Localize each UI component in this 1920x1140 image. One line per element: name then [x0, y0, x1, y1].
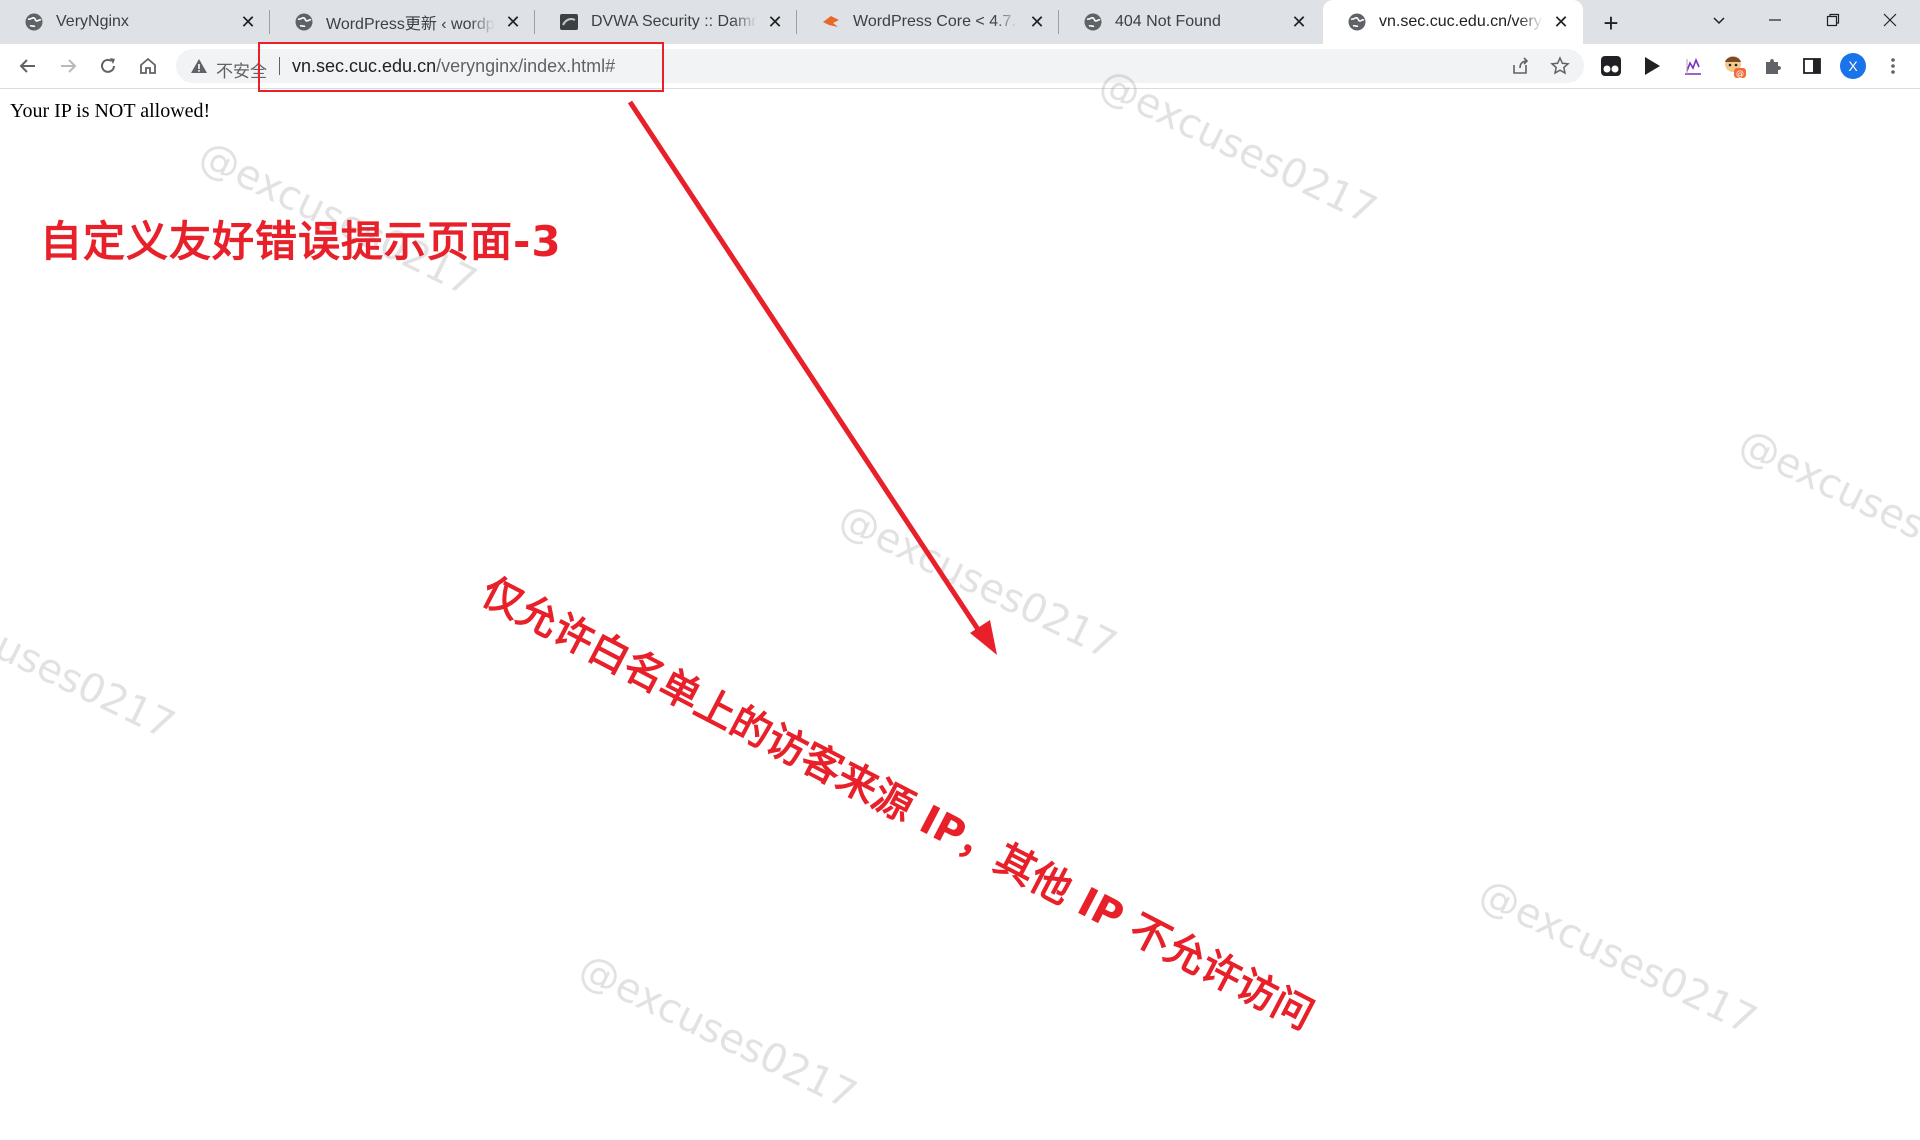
forward-arrow-icon: [61, 59, 77, 73]
extension-play-button[interactable]: [1640, 54, 1664, 78]
more-vertical-icon: [1891, 58, 1895, 74]
tab-404-not-found[interactable]: 404 Not Found ✕: [1059, 0, 1321, 44]
close-icon: [1883, 13, 1897, 27]
restore-icon: [1826, 13, 1840, 27]
annotation-title: 自定义友好错误提示页面-3: [40, 217, 562, 266]
profile-avatar[interactable]: X: [1840, 53, 1866, 79]
globe-icon: [295, 13, 313, 31]
close-icon[interactable]: ✕: [1287, 10, 1311, 34]
globe-icon: [1348, 13, 1366, 31]
share-icon[interactable]: [1510, 56, 1530, 76]
close-window-button[interactable]: [1862, 0, 1918, 40]
close-icon[interactable]: ✕: [1549, 10, 1573, 34]
minimize-button[interactable]: [1747, 0, 1803, 40]
tab-dvwa-security[interactable]: DVWA Security :: Damn Vulnerable ✕: [535, 0, 797, 44]
extension-avatar-button[interactable]: @: [1722, 54, 1746, 78]
globe-icon: [1084, 13, 1102, 31]
home-button[interactable]: [132, 50, 164, 82]
home-icon: [140, 57, 156, 74]
cartoon-avatar-icon: @: [1725, 56, 1746, 78]
minimize-icon: [1769, 19, 1781, 21]
tab-title: vn.sec.cuc.edu.cn/veryngi: [1379, 13, 1543, 30]
tab-verynginx-index[interactable]: vn.sec.cuc.edu.cn/veryngi ✕: [1323, 0, 1583, 44]
side-panel-icon: [1803, 58, 1821, 74]
watermark: @excuses0217: [1471, 870, 1764, 1044]
exploit-db-icon: [823, 16, 839, 27]
chart-extension-icon: [1685, 57, 1701, 75]
url-highlight-box: [258, 42, 664, 92]
reload-icon: [101, 58, 115, 73]
close-icon[interactable]: ✕: [501, 10, 525, 34]
tab-wordpress-core-exploit[interactable]: WordPress Core < 4.7.1 - User ✕: [797, 0, 1059, 44]
back-arrow-icon: [19, 59, 35, 73]
puzzle-icon: [1766, 59, 1781, 74]
close-icon[interactable]: ✕: [763, 10, 787, 34]
close-icon[interactable]: ✕: [1025, 10, 1049, 34]
access-denied-message: Your IP is NOT allowed!: [10, 100, 211, 122]
svg-text:@: @: [1736, 69, 1744, 78]
watermark: @excuses0217: [831, 495, 1124, 669]
tab-strip: VeryNginx ✕ WordPress更新 ‹ wordpress ✕ DV…: [0, 0, 1920, 44]
extension-chart-button[interactable]: [1681, 54, 1705, 78]
warning-icon[interactable]: [190, 57, 208, 75]
chevron-down-icon: [1713, 17, 1725, 25]
watermark: @excuses0217: [1731, 420, 1920, 594]
restore-button[interactable]: [1805, 0, 1861, 40]
extension-tampermonkey-button[interactable]: [1599, 54, 1623, 78]
tampermonkey-icon: [1601, 56, 1621, 76]
new-tab-button[interactable]: +: [1595, 7, 1627, 39]
tab-title: VeryNginx: [56, 13, 129, 30]
globe-icon: [25, 13, 43, 31]
close-icon[interactable]: ✕: [236, 10, 260, 34]
tab-verynginx[interactable]: VeryNginx ✕: [0, 0, 270, 44]
arrow-head: [970, 620, 997, 655]
dvwa-icon: [560, 14, 578, 30]
tab-title: WordPress更新 ‹ wordpress: [326, 16, 495, 33]
side-panel-button[interactable]: [1800, 54, 1824, 78]
play-icon: [1645, 57, 1660, 75]
tab-title: 404 Not Found: [1115, 13, 1221, 30]
tab-title: DVWA Security :: Damn Vulnerable: [591, 13, 757, 30]
chrome-menu-button[interactable]: [1881, 54, 1905, 78]
tab-wordpress-update[interactable]: WordPress更新 ‹ wordpress ✕: [270, 0, 535, 44]
tab-search-button[interactable]: [1691, 0, 1747, 40]
extensions-button[interactable]: [1761, 54, 1785, 78]
bookmark-star-icon[interactable]: [1550, 56, 1570, 76]
watermark: @excuses0217: [0, 575, 182, 749]
tab-title: WordPress Core < 4.7.1 - User: [853, 13, 1019, 30]
forward-button[interactable]: [52, 50, 84, 82]
reload-button[interactable]: [92, 50, 124, 82]
watermark: @excuses0217: [571, 945, 864, 1119]
back-button[interactable]: [12, 50, 44, 82]
